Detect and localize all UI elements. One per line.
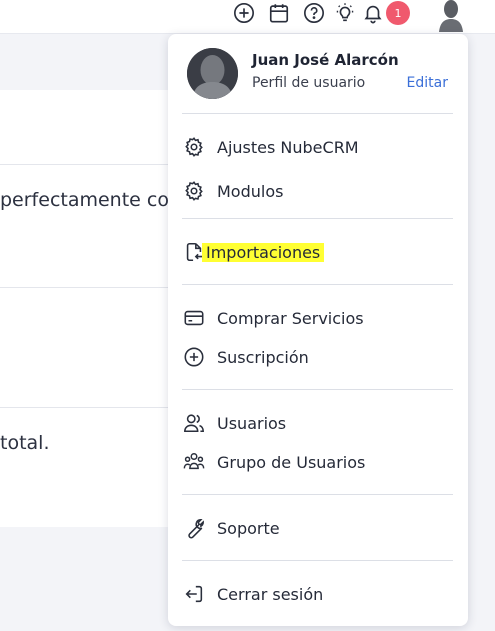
menu-item-subscription[interactable]: Suscripción <box>182 342 454 372</box>
gear-icon <box>182 135 206 159</box>
user-dropdown-menu: Juan José Alarcón Perfil de usuario Edit… <box>168 34 468 626</box>
wrench-icon <box>182 516 206 540</box>
notification-badge[interactable]: 1 <box>386 1 410 25</box>
menu-divider <box>182 113 453 114</box>
gear-icon <box>182 179 206 203</box>
menu-divider <box>182 560 453 561</box>
menu-item-label: Grupo de Usuarios <box>217 452 366 472</box>
plus-circle-icon[interactable] <box>232 1 256 25</box>
menu-item-user-groups[interactable]: Grupo de Usuarios <box>182 447 454 477</box>
profile-avatar <box>187 48 238 99</box>
background-divider <box>0 164 175 165</box>
menu-divider <box>182 494 453 495</box>
menu-item-buy-services[interactable]: Comprar Servicios <box>182 303 454 333</box>
credit-card-icon <box>182 306 206 330</box>
menu-item-label: Soporte <box>217 518 280 538</box>
background-card <box>0 90 175 527</box>
user-group-icon <box>182 450 206 474</box>
menu-divider <box>182 218 453 219</box>
background-text-line: total. <box>0 432 50 454</box>
users-icon <box>182 411 206 435</box>
menu-item-users[interactable]: Usuarios <box>182 408 454 438</box>
menu-item-logout[interactable]: Cerrar sesión <box>182 579 454 609</box>
menu-item-label: Suscripción <box>217 347 309 367</box>
user-avatar-icon[interactable] <box>436 0 466 32</box>
menu-item-settings[interactable]: Ajustes NubeCRM <box>182 132 454 162</box>
menu-item-label: Importaciones <box>202 242 325 262</box>
menu-item-label: Comprar Servicios <box>217 308 364 328</box>
menu-item-imports[interactable]: Importaciones <box>182 237 454 267</box>
profile-name: Juan José Alarcón <box>252 51 399 69</box>
top-bar: 1 <box>0 0 495 34</box>
menu-item-label: Cerrar sesión <box>217 584 324 604</box>
edit-profile-link[interactable]: Editar <box>407 75 448 91</box>
background-divider <box>0 287 175 288</box>
menu-item-label: Usuarios <box>217 413 287 433</box>
background-header-band <box>0 35 175 90</box>
profile-subtitle[interactable]: Perfil de usuario <box>252 75 365 91</box>
menu-item-label: Ajustes NubeCRM <box>217 137 359 157</box>
menu-item-support[interactable]: Soporte <box>182 513 454 543</box>
lightbulb-icon[interactable] <box>333 1 357 25</box>
menu-item-modules[interactable]: Modulos <box>182 176 454 206</box>
menu-divider <box>182 389 453 390</box>
bell-icon[interactable] <box>361 1 385 25</box>
background-divider <box>0 407 175 408</box>
plus-circle-icon <box>182 345 206 369</box>
calendar-icon[interactable] <box>267 1 291 25</box>
menu-item-label: Modulos <box>217 181 284 201</box>
menu-divider <box>182 284 453 285</box>
help-icon[interactable] <box>302 1 326 25</box>
logout-icon <box>182 582 206 606</box>
background-text-line: perfectamente co <box>0 189 169 211</box>
